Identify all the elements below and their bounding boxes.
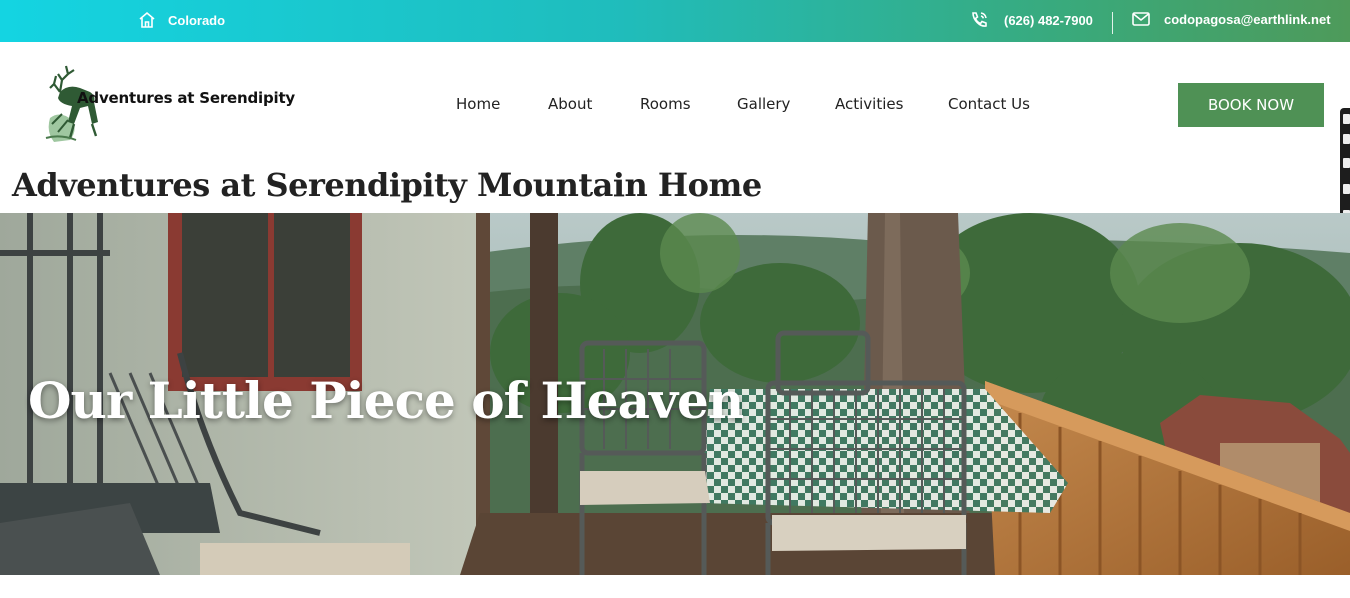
- toolbar-icon[interactable]: [1343, 134, 1350, 144]
- email-address[interactable]: codopagosa@earthlink.net: [1164, 12, 1331, 27]
- nav-home[interactable]: Home: [456, 95, 548, 113]
- phone-link[interactable]: (626) 482-7900: [970, 11, 1093, 29]
- location-text: Colorado: [168, 12, 226, 28]
- home-icon: [138, 11, 156, 29]
- site-logo[interactable]: Adventures at Serendipity: [40, 62, 295, 144]
- location-item: Colorado: [138, 11, 225, 29]
- phone-icon: [970, 11, 990, 29]
- nav-gallery[interactable]: Gallery: [737, 95, 835, 113]
- hero-heading: Our Little Piece of Heaven: [28, 371, 744, 430]
- main-nav: Home About Rooms Gallery Activities Cont…: [456, 95, 1038, 113]
- toolbar-icon[interactable]: [1343, 114, 1350, 124]
- logo-text: Adventures at Serendipity: [77, 89, 295, 107]
- book-now-button[interactable]: BOOK NOW: [1178, 83, 1324, 127]
- page-title: Adventures at Serendipity Mountain Home: [12, 166, 762, 204]
- nav-about[interactable]: About: [548, 95, 640, 113]
- nav-contact-us[interactable]: Contact Us: [948, 95, 1038, 113]
- email-link[interactable]: codopagosa@earthlink.net: [1132, 11, 1331, 27]
- toolbar-icon[interactable]: [1343, 184, 1350, 194]
- nav-activities[interactable]: Activities: [835, 95, 948, 113]
- hero-banner: Our Little Piece of Heaven: [0, 213, 1350, 575]
- divider: [1112, 12, 1113, 34]
- phone-number[interactable]: (626) 482-7900: [1004, 13, 1093, 28]
- toolbar-icon[interactable]: [1343, 158, 1350, 168]
- top-bar: Colorado (626) 482-7900 codopagosa@earth…: [0, 0, 1350, 42]
- nav-rooms[interactable]: Rooms: [640, 95, 737, 113]
- site-header: Adventures at Serendipity Home About Roo…: [0, 42, 1350, 160]
- mail-icon: [1132, 11, 1150, 27]
